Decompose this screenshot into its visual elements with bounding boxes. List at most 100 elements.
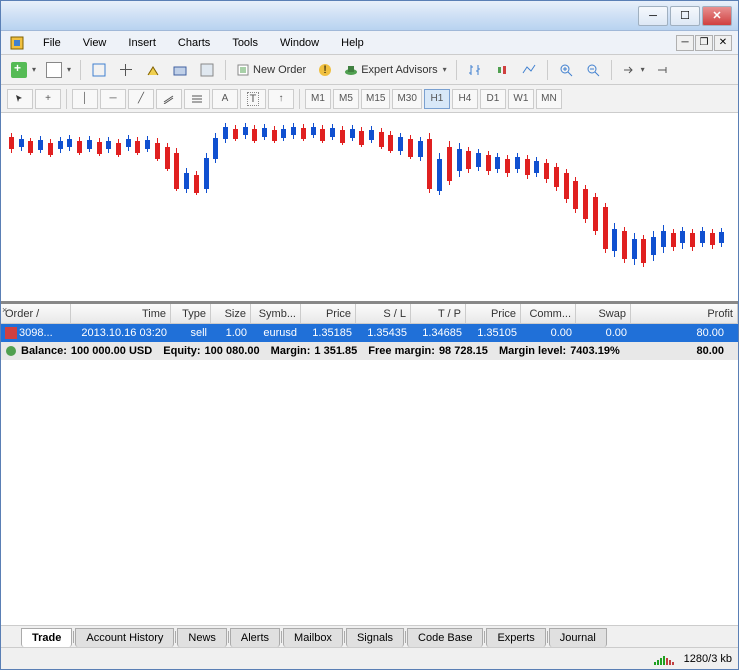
- crosshair-icon: [118, 62, 134, 78]
- new-order-label: New Order: [253, 64, 306, 76]
- terminal-tabs: TradeAccount HistoryNewsAlertsMailboxSig…: [1, 625, 738, 647]
- menu-charts[interactable]: Charts: [168, 34, 220, 52]
- header-price2[interactable]: Price: [466, 304, 521, 323]
- titlebar: ─ ☐ ✕: [1, 1, 738, 31]
- maximize-button[interactable]: ☐: [670, 6, 700, 26]
- header-size[interactable]: Size: [211, 304, 251, 323]
- header-price[interactable]: Price: [301, 304, 356, 323]
- tab-mailbox[interactable]: Mailbox: [283, 628, 343, 647]
- document-icon: [46, 62, 62, 78]
- order-row[interactable]: 3098... 2013.10.16 03:20 sell 1.00 eurus…: [1, 324, 738, 342]
- market-watch-button[interactable]: [87, 58, 111, 82]
- warning-icon: !: [318, 63, 332, 77]
- timeframe-m1[interactable]: M1: [305, 89, 331, 109]
- zoom-out-icon: [586, 63, 600, 77]
- text-label-button[interactable]: T: [240, 89, 266, 109]
- mdi-close[interactable]: ✕: [714, 35, 732, 51]
- strategy-tester-button[interactable]: [195, 58, 219, 82]
- header-swap[interactable]: Swap: [576, 304, 631, 323]
- channel-button[interactable]: [156, 89, 182, 109]
- separator: [66, 89, 67, 109]
- line-chart-button[interactable]: [517, 58, 541, 82]
- mdi-minimize[interactable]: ─: [676, 35, 694, 51]
- timeframe-m30[interactable]: M30: [392, 89, 421, 109]
- fibonacci-button[interactable]: [184, 89, 210, 109]
- tab-signals[interactable]: Signals: [346, 628, 404, 647]
- tab-journal[interactable]: Journal: [549, 628, 607, 647]
- header-profit[interactable]: Profit: [631, 304, 738, 323]
- separator: [456, 60, 457, 80]
- balance-row: Balance: 100 000.00 USD Equity: 100 080.…: [1, 342, 738, 360]
- menu-file[interactable]: File: [33, 34, 71, 52]
- tab-trade[interactable]: Trade: [21, 628, 72, 647]
- terminal-panel: × Order / Time Type Size Symb... Price S…: [1, 303, 738, 647]
- chart-area[interactable]: [1, 113, 738, 303]
- header-symbol[interactable]: Symb...: [251, 304, 301, 323]
- navigator-button[interactable]: [114, 58, 138, 82]
- profiles-button[interactable]: [42, 58, 74, 82]
- menu-view[interactable]: View: [73, 34, 117, 52]
- data-window-button[interactable]: [141, 58, 165, 82]
- timeframe-h1[interactable]: H1: [424, 89, 450, 109]
- horizontal-line-button[interactable]: ─: [100, 89, 126, 109]
- candlestick-button[interactable]: [490, 58, 514, 82]
- menu-window[interactable]: Window: [270, 34, 329, 52]
- close-button[interactable]: ✕: [702, 6, 732, 26]
- text-button[interactable]: A: [212, 89, 238, 109]
- toolbar-drawing: + │ ─ ╱ A T ↑ M1M5M15M30H1H4D1W1MN: [1, 85, 738, 113]
- connection-bars-icon: [654, 653, 674, 665]
- timeframe-m15[interactable]: M15: [361, 89, 390, 109]
- tab-code-base[interactable]: Code Base: [407, 628, 483, 647]
- toolbar-main: New Order ! Expert Advisors: [1, 55, 738, 85]
- zoom-in-button[interactable]: [554, 58, 578, 82]
- menu-tools[interactable]: Tools: [222, 34, 268, 52]
- tab-news[interactable]: News: [177, 628, 227, 647]
- timeframe-d1[interactable]: D1: [480, 89, 506, 109]
- menubar: File View Insert Charts Tools Window Hel…: [1, 31, 738, 55]
- separator: [547, 60, 548, 80]
- timeframe-buttons: M1M5M15M30H1H4D1W1MN: [305, 89, 562, 109]
- svg-text:!: !: [324, 64, 327, 76]
- autotrading-button[interactable]: !: [313, 58, 337, 82]
- trendline-button[interactable]: ╱: [128, 89, 154, 109]
- arrows-button[interactable]: ↑: [268, 89, 294, 109]
- tab-experts[interactable]: Experts: [486, 628, 545, 647]
- terminal-empty: [1, 360, 738, 625]
- expert-advisors-label: Expert Advisors: [361, 64, 437, 76]
- menu-insert[interactable]: Insert: [118, 34, 166, 52]
- timeframe-mn[interactable]: MN: [536, 89, 562, 109]
- minimize-button[interactable]: ─: [638, 6, 668, 26]
- terminal-close-button[interactable]: ×: [2, 305, 7, 315]
- mdi-restore[interactable]: ❐: [695, 35, 713, 51]
- timeframe-h4[interactable]: H4: [452, 89, 478, 109]
- account-icon: [5, 345, 17, 357]
- plus-icon: [11, 62, 27, 78]
- separator: [80, 60, 81, 80]
- expert-advisors-button[interactable]: Expert Advisors: [340, 58, 449, 82]
- tab-account-history[interactable]: Account History: [75, 628, 174, 647]
- menu-help[interactable]: Help: [331, 34, 374, 52]
- timeframe-m5[interactable]: M5: [333, 89, 359, 109]
- terminal-button[interactable]: [168, 58, 192, 82]
- header-order[interactable]: Order /: [1, 304, 71, 323]
- new-chart-button[interactable]: [7, 58, 39, 82]
- app-window: ─ ☐ ✕ File View Insert Charts Tools Wind…: [0, 0, 739, 670]
- crosshair-button[interactable]: +: [35, 89, 61, 109]
- separator: [299, 89, 300, 109]
- order-icon: [236, 63, 250, 77]
- new-order-button[interactable]: New Order: [232, 58, 310, 82]
- header-tp[interactable]: T / P: [411, 304, 466, 323]
- tab-alerts[interactable]: Alerts: [230, 628, 280, 647]
- statusbar: 1280/3 kb: [1, 647, 738, 669]
- auto-scroll-button[interactable]: [618, 58, 648, 82]
- timeframe-w1[interactable]: W1: [508, 89, 534, 109]
- chart-shift-button[interactable]: [651, 58, 675, 82]
- header-type[interactable]: Type: [171, 304, 211, 323]
- header-sl[interactable]: S / L: [356, 304, 411, 323]
- vertical-line-button[interactable]: │: [72, 89, 98, 109]
- zoom-out-button[interactable]: [581, 58, 605, 82]
- cursor-button[interactable]: [7, 89, 33, 109]
- bar-chart-button[interactable]: [463, 58, 487, 82]
- header-time[interactable]: Time: [71, 304, 171, 323]
- header-commission[interactable]: Comm...: [521, 304, 576, 323]
